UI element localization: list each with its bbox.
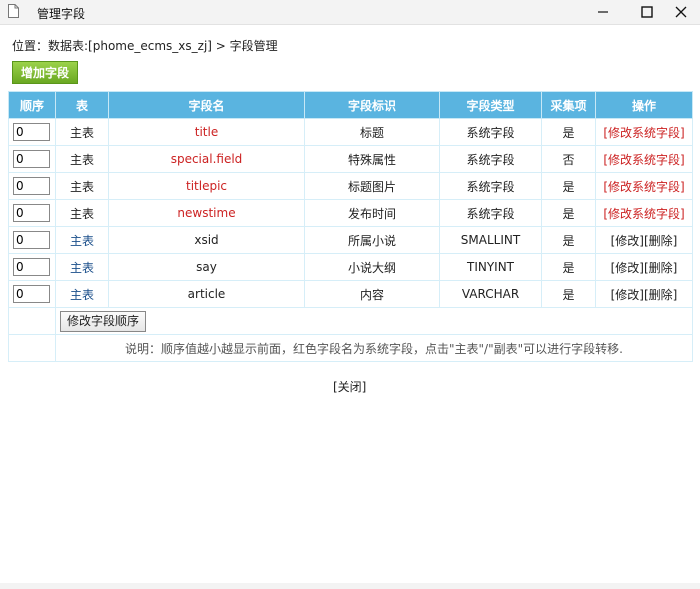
field-label: 所属小说 bbox=[304, 226, 440, 254]
modify-order-row: 修改字段顺序 bbox=[8, 307, 693, 335]
field-name: title bbox=[108, 118, 305, 146]
main-table-link[interactable]: 主表 bbox=[70, 234, 94, 248]
close-icon bbox=[675, 6, 687, 18]
breadcrumb: 位置：数据表:[phome_ecms_xs_zj] > 字段管理 bbox=[12, 37, 278, 54]
actions-cell: [修改][删除] bbox=[595, 253, 693, 281]
field-name: newstime bbox=[108, 199, 305, 227]
field-name: xsid bbox=[108, 226, 305, 254]
window-title: 管理字段 bbox=[37, 7, 86, 21]
delete-field-link[interactable]: [删除] bbox=[644, 261, 677, 275]
modify-order-button[interactable]: 修改字段顺序 bbox=[60, 310, 147, 332]
field-type: TINYINT bbox=[439, 253, 542, 281]
modify-system-field-link[interactable]: [修改系统字段] bbox=[603, 153, 684, 167]
table-cell: 主表 bbox=[55, 172, 109, 200]
order-input[interactable] bbox=[13, 231, 50, 249]
fields-table: 顺序 表 字段名 字段标识 字段类型 采集项 操作 主表 title 标题 系统… bbox=[8, 91, 693, 362]
field-type: 系统字段 bbox=[439, 199, 542, 227]
field-type: 系统字段 bbox=[439, 118, 542, 146]
field-label: 发布时间 bbox=[304, 199, 440, 227]
field-label: 小说大纲 bbox=[304, 253, 440, 281]
table-cell: 主表 bbox=[55, 145, 109, 173]
note-text: 说明：顺序值越小越显示前面，红色字段名为系统字段，点击"主表"/"副表"可以进行… bbox=[55, 334, 693, 362]
table-link: 主表 bbox=[55, 253, 109, 281]
actions-cell: [修改系统字段] bbox=[595, 145, 693, 173]
breadcrumb-prefix: 位置： bbox=[12, 39, 49, 53]
header-field-type: 字段类型 bbox=[439, 91, 542, 119]
order-input[interactable] bbox=[13, 123, 50, 141]
header-actions: 操作 bbox=[595, 91, 693, 119]
actions-cell: [修改][删除] bbox=[595, 280, 693, 308]
window-titlebar: 管理字段 bbox=[0, 0, 700, 25]
table-cell: 主表 bbox=[55, 199, 109, 227]
header-field-name: 字段名 bbox=[108, 91, 305, 119]
collect-flag: 是 bbox=[541, 226, 596, 254]
maximize-button[interactable] bbox=[630, 0, 664, 24]
header-collect: 采集项 bbox=[541, 91, 596, 119]
table-row: 主表 title 标题 系统字段 是 [修改系统字段] bbox=[8, 118, 693, 146]
table-row: 主表 newstime 发布时间 系统字段 是 [修改系统字段] bbox=[8, 199, 693, 227]
collect-flag: 是 bbox=[541, 118, 596, 146]
breadcrumb-table-link[interactable]: 数据表:[phome_ecms_xs_zj] bbox=[48, 39, 212, 53]
header-table: 表 bbox=[55, 91, 109, 119]
field-label: 内容 bbox=[304, 280, 440, 308]
breadcrumb-separator: > bbox=[211, 39, 230, 53]
minimize-icon bbox=[598, 11, 608, 13]
field-label: 标题图片 bbox=[304, 172, 440, 200]
close-button[interactable] bbox=[664, 0, 698, 24]
maximize-icon bbox=[641, 6, 653, 18]
collect-flag: 是 bbox=[541, 199, 596, 227]
order-input[interactable] bbox=[13, 285, 50, 303]
order-input[interactable] bbox=[13, 204, 50, 222]
modify-system-field-link[interactable]: [修改系统字段] bbox=[603, 180, 684, 194]
delete-field-link[interactable]: [删除] bbox=[644, 234, 677, 248]
table-row: 主表 xsid 所属小说 SMALLINT 是 [修改][删除] bbox=[8, 226, 693, 254]
order-input[interactable] bbox=[13, 177, 50, 195]
actions-cell: [修改][删除] bbox=[595, 226, 693, 254]
modify-field-link[interactable]: [修改] bbox=[611, 288, 644, 302]
bottom-strip bbox=[0, 583, 700, 589]
field-type: 系统字段 bbox=[439, 172, 542, 200]
table-row: 主表 titlepic 标题图片 系统字段 是 [修改系统字段] bbox=[8, 172, 693, 200]
collect-flag: 是 bbox=[541, 280, 596, 308]
collect-flag: 是 bbox=[541, 253, 596, 281]
table-link: 主表 bbox=[55, 280, 109, 308]
table-row: 主表 article 内容 VARCHAR 是 [修改][删除] bbox=[8, 280, 693, 308]
field-label: 特殊属性 bbox=[304, 145, 440, 173]
actions-cell: [修改系统字段] bbox=[595, 172, 693, 200]
table-link: 主表 bbox=[55, 226, 109, 254]
actions-cell: [修改系统字段] bbox=[595, 118, 693, 146]
header-order: 顺序 bbox=[8, 91, 56, 119]
close-link[interactable]: [关闭] bbox=[333, 378, 366, 395]
table-row: 主表 say 小说大纲 TINYINT 是 [修改][删除] bbox=[8, 253, 693, 281]
modify-field-link[interactable]: [修改] bbox=[611, 261, 644, 275]
field-name: special.field bbox=[108, 145, 305, 173]
table-cell: 主表 bbox=[55, 118, 109, 146]
actions-cell: [修改系统字段] bbox=[595, 199, 693, 227]
field-type: 系统字段 bbox=[439, 145, 542, 173]
order-input[interactable] bbox=[13, 258, 50, 276]
field-name: article bbox=[108, 280, 305, 308]
minimize-button[interactable] bbox=[586, 0, 620, 24]
main-table-link[interactable]: 主表 bbox=[70, 288, 94, 302]
table-header-row: 顺序 表 字段名 字段标识 字段类型 采集项 操作 bbox=[8, 91, 693, 119]
breadcrumb-current[interactable]: 字段管理 bbox=[230, 39, 278, 53]
modify-system-field-link[interactable]: [修改系统字段] bbox=[603, 126, 684, 140]
table-row: 主表 special.field 特殊属性 系统字段 否 [修改系统字段] bbox=[8, 145, 693, 173]
field-label: 标题 bbox=[304, 118, 440, 146]
field-type: SMALLINT bbox=[439, 226, 542, 254]
collect-flag: 是 bbox=[541, 172, 596, 200]
main-table-link[interactable]: 主表 bbox=[70, 261, 94, 275]
modify-field-link[interactable]: [修改] bbox=[611, 234, 644, 248]
modify-system-field-link[interactable]: [修改系统字段] bbox=[603, 207, 684, 221]
note-row: 说明：顺序值越小越显示前面，红色字段名为系统字段，点击"主表"/"副表"可以进行… bbox=[8, 334, 693, 362]
collect-flag: 否 bbox=[541, 145, 596, 173]
field-type: VARCHAR bbox=[439, 280, 542, 308]
delete-field-link[interactable]: [删除] bbox=[644, 288, 677, 302]
field-name: say bbox=[108, 253, 305, 281]
document-icon bbox=[8, 4, 19, 18]
order-input[interactable] bbox=[13, 150, 50, 168]
header-field-label: 字段标识 bbox=[304, 91, 440, 119]
field-name: titlepic bbox=[108, 172, 305, 200]
add-field-button[interactable]: 增加字段 bbox=[12, 61, 78, 84]
